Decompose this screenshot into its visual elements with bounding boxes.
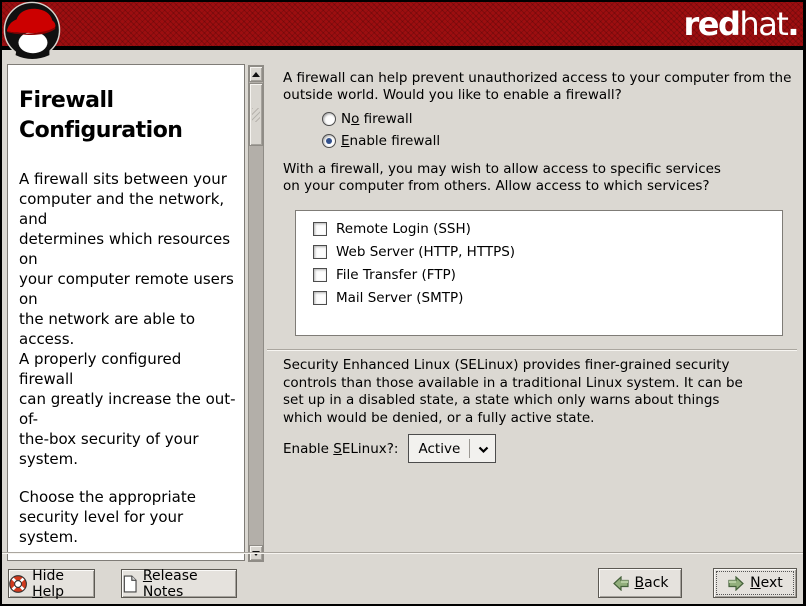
arrow-up-icon — [252, 72, 260, 77]
button-label: Hide Help — [32, 568, 94, 600]
arrow-right-icon — [727, 576, 745, 591]
scrollbar-thumb[interactable] — [249, 83, 263, 146]
checkbox[interactable] — [313, 245, 327, 259]
service-web-server[interactable]: Web Server (HTTP, HTTPS) — [313, 240, 782, 263]
button-label: Release Notes — [143, 568, 236, 600]
service-mail-server-smtp[interactable]: Mail Server (SMTP) — [313, 286, 782, 309]
firewall-question-text: A firewall can help prevent unauthorized… — [283, 70, 791, 104]
life-preserver-icon — [9, 574, 27, 594]
service-label: Web Server (HTTP, HTTPS) — [336, 244, 515, 260]
document-icon — [122, 574, 138, 594]
header-divider — [2, 46, 803, 50]
checkbox[interactable] — [313, 268, 327, 282]
release-notes-button[interactable]: Release Notes — [121, 569, 237, 598]
button-label: Back — [635, 575, 669, 591]
dropdown-divider — [469, 439, 470, 458]
radio-button[interactable] — [322, 112, 336, 126]
back-button[interactable]: Back — [598, 568, 682, 598]
service-label: Remote Login (SSH) — [336, 221, 471, 237]
firewall-radio-group: No firewall Enable firewall — [322, 108, 440, 152]
selinux-label: Enable SELinux?: — [283, 441, 398, 457]
button-label: Next — [750, 575, 783, 591]
arrow-left-icon — [612, 576, 630, 591]
service-remote-login-ssh[interactable]: Remote Login (SSH) — [313, 217, 782, 240]
help-scrollbar[interactable] — [248, 65, 264, 562]
service-label: File Transfer (FTP) — [336, 267, 456, 283]
scroll-up-button[interactable] — [249, 66, 263, 82]
next-button[interactable]: Next — [713, 568, 797, 598]
help-paragraph-1: A firewall sits between your computer an… — [19, 169, 238, 469]
installer-window: redhat. Firewall Configuration A firewal… — [0, 0, 806, 606]
services-question-text: With a firewall, you may wish to allow a… — [283, 161, 721, 195]
chevron-down-icon — [478, 446, 489, 454]
service-file-transfer-ftp[interactable]: File Transfer (FTP) — [313, 263, 782, 286]
radio-no-firewall[interactable]: No firewall — [322, 108, 440, 130]
buttonbar-separator — [2, 552, 803, 554]
hide-help-button[interactable]: Hide Help — [8, 569, 95, 598]
checkbox[interactable] — [313, 291, 327, 305]
radio-enable-firewall[interactable]: Enable firewall — [322, 130, 440, 152]
radio-label: No firewall — [341, 111, 413, 127]
services-list: Remote Login (SSH) Web Server (HTTP, HTT… — [295, 210, 783, 336]
checkbox[interactable] — [313, 222, 327, 236]
selinux-dropdown-value: Active — [409, 441, 460, 457]
service-label: Mail Server (SMTP) — [336, 290, 463, 306]
selinux-description-text: Security Enhanced Linux (SELinux) provid… — [283, 357, 743, 427]
help-paragraph-2: Choose the appropriate security level fo… — [19, 487, 238, 547]
radio-button[interactable] — [322, 134, 336, 148]
help-panel: Firewall Configuration A firewall sits b… — [7, 64, 245, 561]
selinux-setting-row: Enable SELinux?: Active — [283, 434, 496, 463]
help-title: Firewall Configuration — [19, 86, 238, 146]
radio-label: Enable firewall — [341, 133, 440, 149]
selinux-dropdown[interactable]: Active — [408, 434, 496, 463]
selinux-separator — [267, 349, 797, 351]
redhat-wordmark: redhat. — [684, 4, 798, 44]
redhat-shadowman-logo-icon — [3, 1, 61, 59]
